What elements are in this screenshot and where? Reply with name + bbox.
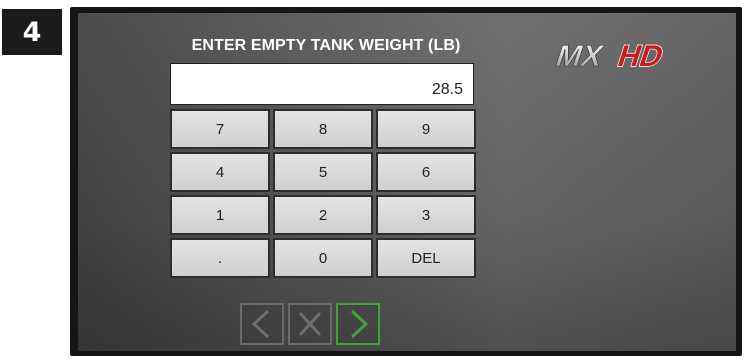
step-number-badge: 4 [2,9,62,55]
key-decimal[interactable]: . [170,238,270,278]
svg-text:MX: MX [552,41,608,71]
navigation-bar [240,303,410,345]
key-4[interactable]: 4 [170,152,270,192]
key-delete[interactable]: DEL [376,238,476,278]
chevron-right-icon [350,309,369,339]
cancel-button[interactable] [288,303,332,345]
key-8[interactable]: 8 [273,109,373,149]
key-9[interactable]: 9 [376,109,476,149]
weight-value-display[interactable]: 28.5 [170,63,474,105]
key-3[interactable]: 3 [376,195,476,235]
chevron-left-icon [251,309,270,339]
x-icon [298,311,322,337]
key-0[interactable]: 0 [273,238,373,278]
numeric-keypad: 7 8 9 4 5 6 1 2 3 . 0 DEL [170,109,476,278]
mxhd-logo: MX HD [552,41,669,71]
input-prompt-label: ENTER EMPTY TANK WEIGHT (LB) [191,37,461,54]
key-6[interactable]: 6 [376,152,476,192]
confirm-button[interactable] [336,303,380,345]
key-7[interactable]: 7 [170,109,270,149]
svg-text:HD: HD [614,41,668,71]
display-screen: ENTER EMPTY TANK WEIGHT (LB) MX HD 28.5 … [78,13,736,351]
key-1[interactable]: 1 [170,195,270,235]
key-2[interactable]: 2 [273,195,373,235]
key-5[interactable]: 5 [273,152,373,192]
back-button[interactable] [240,303,284,345]
